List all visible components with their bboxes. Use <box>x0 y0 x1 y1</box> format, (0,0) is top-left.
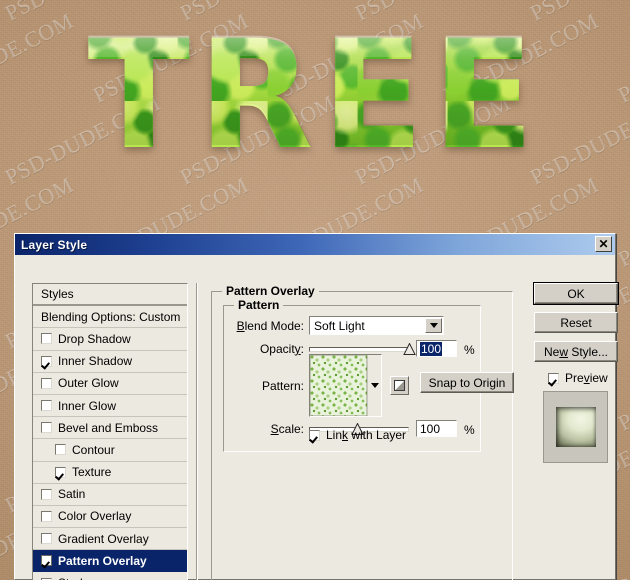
style-effect-label: Texture <box>72 465 112 480</box>
opacity-slider-thumb[interactable] <box>403 343 416 355</box>
link-with-layer-checkbox[interactable]: Link with Layer <box>309 428 406 442</box>
style-effect-row[interactable]: Pattern Overlay <box>33 550 187 573</box>
green-leaf-pattern-swatch[interactable] <box>310 355 367 416</box>
preview-checkbox-box[interactable] <box>548 372 559 384</box>
style-effect-label: Inner Shadow <box>58 354 133 369</box>
style-effect-label: Gradient Overlay <box>58 531 149 546</box>
dialog-title: Layer Style <box>21 237 88 252</box>
opacity-unit: % <box>464 343 475 357</box>
style-effect-checkbox[interactable] <box>55 466 66 478</box>
ok-button[interactable]: OK <box>534 283 618 304</box>
style-effect-rows: Drop Shadow Inner Shadow Outer Glow Inner G… <box>33 328 187 580</box>
screenshot-root: PSD-DUDE.COM PSD-DUDE.COM PSD-DUDE.COM PSD-… <box>0 0 630 580</box>
style-effect-label: Inner Glow <box>58 398 117 413</box>
new-pattern-icon[interactable] <box>390 376 409 395</box>
pattern-overlay-title: Pattern Overlay <box>222 284 319 298</box>
new-style-button[interactable]: New Style... <box>534 341 618 362</box>
scale-unit: % <box>464 423 475 437</box>
reset-button[interactable]: Reset <box>534 312 618 333</box>
chevron-down-icon[interactable] <box>367 355 381 416</box>
reset-button-label: Reset <box>560 315 592 330</box>
style-effect-checkbox[interactable] <box>41 333 52 345</box>
pattern-label: Pattern: <box>261 379 304 393</box>
snap-to-origin-button[interactable]: Snap to Origin <box>420 372 514 393</box>
pattern-group-title: Pattern <box>234 298 284 312</box>
new-style-button-label: New Style... <box>543 344 609 359</box>
dialog-titlebar[interactable]: Layer Style ✕ <box>15 234 615 255</box>
style-effect-checkbox[interactable] <box>55 444 66 456</box>
style-effect-label: Stroke <box>58 576 93 580</box>
style-effect-checkbox[interactable] <box>41 422 52 434</box>
dialog-body: Styles Blending Options: Custom Drop Sha… <box>15 255 618 580</box>
style-effect-label: Pattern Overlay <box>58 553 147 568</box>
preview-label: Preview <box>565 371 608 385</box>
opacity-label: Opacity: <box>259 342 304 356</box>
blend-mode-label-rest: lend Mode: <box>244 319 304 333</box>
style-effect-row[interactable]: Texture <box>33 462 187 484</box>
chevron-down-icon[interactable] <box>425 318 442 333</box>
style-effect-checkbox[interactable] <box>41 533 52 545</box>
pattern-groupbox: Pattern Blend Mode: Soft Light Opacity: <box>223 298 514 452</box>
blend-mode-label: Blend Mode: <box>236 319 304 333</box>
blending-options-row[interactable]: Blending Options: Custom <box>33 306 187 329</box>
style-effect-label: Outer Glow <box>58 376 119 391</box>
style-effect-row[interactable]: Gradient Overlay <box>33 528 187 551</box>
style-effect-checkbox[interactable] <box>41 377 52 389</box>
tree-text-leaf-fill: TREE <box>87 9 543 183</box>
style-effect-row[interactable]: Color Overlay <box>33 506 187 529</box>
scale-label: Scale: <box>270 422 304 436</box>
tree-artwork: TREE TREE TREE <box>0 0 630 232</box>
style-effect-label: Drop Shadow <box>58 331 131 346</box>
panel-divider <box>196 283 198 580</box>
style-effect-checkbox[interactable] <box>41 555 52 567</box>
layer-style-dialog: Layer Style ✕ Styles Blending Options: C… <box>14 233 618 580</box>
styles-list-header-label: Styles <box>41 287 74 302</box>
styles-list-panel[interactable]: Styles Blending Options: Custom Drop Sha… <box>32 283 188 580</box>
blend-mode-select[interactable]: Soft Light <box>309 316 444 335</box>
opacity-value: 100 <box>420 341 443 356</box>
preview-checkbox[interactable]: Preview <box>548 371 608 385</box>
pattern-picker[interactable] <box>309 354 382 417</box>
scale-input[interactable]: 100 <box>416 420 457 437</box>
scale-value: 100 <box>420 421 441 436</box>
style-effect-row[interactable]: Contour <box>33 439 187 462</box>
style-effect-checkbox[interactable] <box>41 488 52 500</box>
style-preview-swatch <box>555 407 596 447</box>
link-with-layer-label: Link with Layer <box>326 428 407 442</box>
styles-list-header[interactable]: Styles <box>33 284 187 307</box>
snap-to-origin-label: Snap to Origin <box>428 375 506 390</box>
opacity-input[interactable]: 100 <box>416 340 457 357</box>
link-with-layer-checkbox-box[interactable] <box>309 429 320 441</box>
style-effect-label: Color Overlay <box>58 509 132 524</box>
ok-button-label: OK <box>567 286 585 301</box>
style-effect-row[interactable]: Satin <box>33 484 187 506</box>
style-effect-row[interactable]: Outer Glow <box>33 373 187 395</box>
close-icon[interactable]: ✕ <box>595 236 612 252</box>
pattern-overlay-section: Pattern Overlay Pattern Blend Mode: Soft… <box>211 283 514 580</box>
style-preview-thumbnail <box>543 391 608 463</box>
style-effect-checkbox[interactable] <box>41 355 52 367</box>
style-effect-row[interactable]: Inner Shadow <box>33 351 187 373</box>
style-effect-row[interactable]: Bevel and Emboss <box>33 417 187 440</box>
style-effect-label: Contour <box>72 442 115 457</box>
style-effect-checkbox[interactable] <box>41 510 52 522</box>
style-effect-row[interactable]: Inner Glow <box>33 395 187 418</box>
style-effect-label: Satin <box>58 487 86 502</box>
style-effect-label: Bevel and Emboss <box>58 420 159 435</box>
blend-mode-value: Soft Light <box>314 318 365 333</box>
style-effect-checkbox[interactable] <box>41 400 52 412</box>
style-effect-row[interactable]: Drop Shadow <box>33 328 187 351</box>
opacity-slider-track <box>309 347 409 352</box>
blending-options-label: Blending Options: Custom <box>41 309 181 324</box>
style-effect-row[interactable]: Stroke <box>33 572 187 580</box>
